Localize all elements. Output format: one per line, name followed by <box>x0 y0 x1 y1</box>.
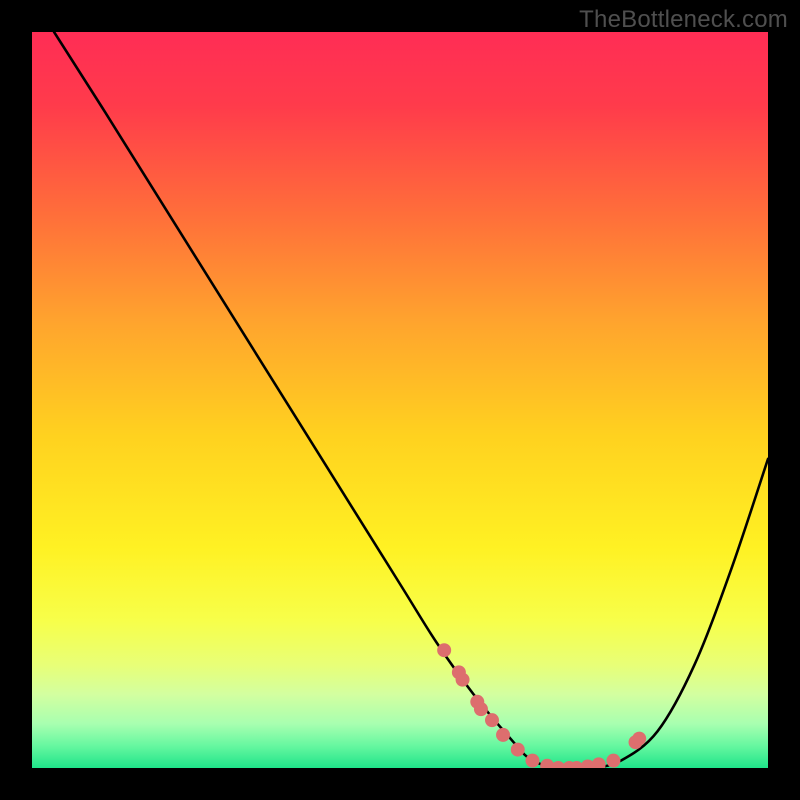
bottleneck-curve <box>54 32 768 768</box>
marker-point <box>606 754 620 768</box>
marker-point <box>525 754 539 768</box>
highlight-points <box>437 643 646 768</box>
marker-point <box>592 757 606 768</box>
plot-area <box>32 32 768 768</box>
marker-point <box>437 643 451 657</box>
chart-svg <box>32 32 768 768</box>
marker-point <box>511 743 525 757</box>
chart-frame: TheBottleneck.com <box>0 0 800 800</box>
marker-point <box>474 702 488 716</box>
marker-point <box>632 732 646 746</box>
marker-point <box>456 673 470 687</box>
marker-point <box>485 713 499 727</box>
watermark-text: TheBottleneck.com <box>579 6 788 34</box>
marker-point <box>496 728 510 742</box>
